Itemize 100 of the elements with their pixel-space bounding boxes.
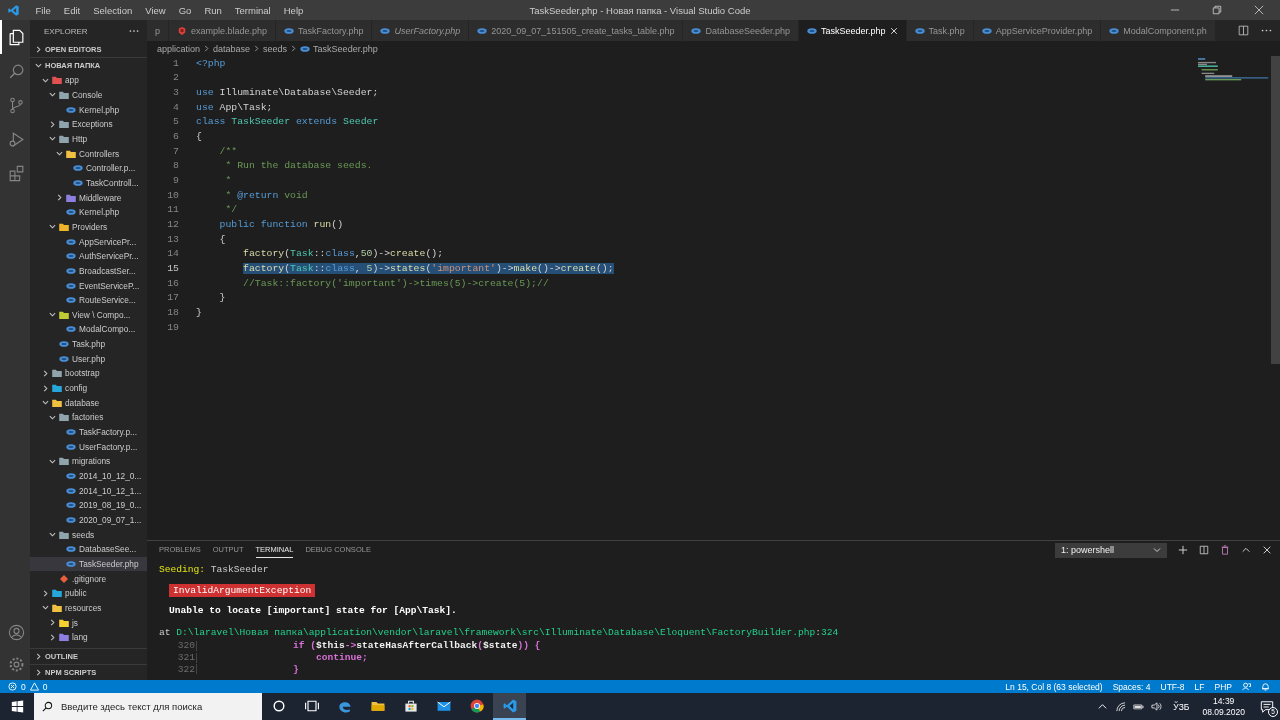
menu-item[interactable]: Edit <box>57 4 87 16</box>
tree-row[interactable]: .gitignore <box>30 571 147 586</box>
editor-tab[interactable]: AppServiceProvider.php <box>973 20 1102 41</box>
volume-icon[interactable] <box>1151 701 1163 712</box>
add-icon[interactable] <box>1178 545 1188 555</box>
scrollbar-thumb[interactable] <box>1271 56 1280 364</box>
error-count[interactable]: 0 <box>21 681 26 692</box>
tree-row[interactable]: ModalCompo... <box>30 322 147 337</box>
breadcrumb-item[interactable]: database <box>213 43 251 54</box>
account-icon[interactable] <box>6 622 26 642</box>
split-editor-icon[interactable] <box>1238 25 1249 36</box>
chevron-up-icon[interactable] <box>1097 701 1109 712</box>
language-indicator[interactable]: ЎЗБ <box>1173 701 1190 712</box>
caret-icon <box>1153 546 1161 554</box>
php-file-icon <box>477 26 488 35</box>
folder-row[interactable]: app <box>30 73 147 88</box>
more-icon[interactable] <box>129 29 139 33</box>
folder-row[interactable]: bootstrap <box>30 366 147 381</box>
tree-row[interactable]: 2014_10_12_0... <box>30 468 147 484</box>
folder-row[interactable]: database <box>30 395 147 411</box>
status-item[interactable]: UTF-8 <box>1160 681 1185 692</box>
folder-row[interactable]: Console <box>30 87 147 103</box>
folder-row[interactable]: config <box>30 380 147 396</box>
line-number: 17 <box>166 292 179 304</box>
clock[interactable]: 14:39 08.09.2020 <box>1202 695 1245 718</box>
menu-item[interactable]: View <box>138 4 173 16</box>
editor-tab[interactable]: Task.php <box>906 20 974 41</box>
feedback-icon[interactable] <box>1242 682 1251 691</box>
tree-row[interactable]: UserFactory.p... <box>30 439 147 455</box>
terminal-dropdown[interactable]: 1: powershell <box>1055 542 1167 558</box>
folder-row[interactable]: factories <box>30 410 147 425</box>
battery-icon[interactable] <box>1133 701 1145 712</box>
editor-tab[interactable]: ModalComponent.ph <box>1101 20 1216 41</box>
folder-row[interactable]: View \ Compo... <box>30 307 147 323</box>
tree-row[interactable]: 2020_09_07_1... <box>30 512 147 528</box>
code-line: factory(Task::class, 5)->states('important')->make()->create(); <box>242 263 614 274</box>
menu-item[interactable]: Go <box>172 4 198 16</box>
menu-item[interactable]: Run <box>197 4 229 16</box>
tree-row[interactable]: RouteService... <box>30 292 147 308</box>
menu-item[interactable]: Help <box>277 4 310 16</box>
tree-row[interactable]: Kernel.php <box>30 102 147 117</box>
editor-tab[interactable]: DatabaseSeeder.php <box>683 20 800 41</box>
status-item[interactable]: LF <box>1194 681 1205 692</box>
tree-row[interactable]: BroadcastSer... <box>30 263 147 279</box>
search-icon <box>42 701 53 712</box>
tree-row[interactable]: AppServicePr... <box>30 234 147 249</box>
editor-tab[interactable]: p <box>147 20 169 41</box>
folder-row[interactable]: resources <box>30 600 147 616</box>
tree-row[interactable]: TaskFactory.p... <box>30 424 147 440</box>
folder-row[interactable]: Exceptions <box>30 116 147 132</box>
code-line: class TaskSeeder extends Seeder <box>196 116 379 128</box>
editor-tab[interactable]: example.blade.php <box>169 20 277 41</box>
notifications-icon[interactable] <box>1260 699 1274 714</box>
tree-row[interactable]: Task.php <box>30 336 147 352</box>
folder-row[interactable]: Middleware <box>30 190 147 205</box>
warning-icon[interactable] <box>29 682 39 691</box>
tree-row[interactable]: 2014_10_12_1... <box>30 483 147 499</box>
editor-tab[interactable]: TaskFactory.php <box>276 20 373 41</box>
menu-item[interactable]: Selection <box>86 4 139 16</box>
tree-row[interactable]: TaskControll... <box>30 175 147 191</box>
status-item[interactable]: Ln 15, Col 8 (63 selected) <box>1005 681 1103 692</box>
tree-row[interactable]: AuthServicePr... <box>30 248 147 264</box>
menu-item[interactable]: Terminal <box>228 4 278 16</box>
folder-row[interactable]: Providers <box>30 219 147 235</box>
bell-icon[interactable] <box>1261 682 1270 691</box>
tree-row[interactable]: Kernel.php <box>30 204 147 220</box>
wifi-icon[interactable] <box>1115 701 1127 712</box>
close-icon[interactable] <box>1262 545 1272 555</box>
folder-row[interactable]: migrations <box>30 454 147 469</box>
chevron-icon <box>290 45 298 52</box>
git-file-icon <box>59 574 69 583</box>
folder-row[interactable]: js <box>30 615 147 630</box>
error-icon[interactable] <box>8 682 17 691</box>
status-item[interactable]: PHP <box>1214 681 1232 692</box>
status-item[interactable]: Spaces: 4 <box>1112 681 1151 692</box>
trash-icon[interactable] <box>1220 545 1230 555</box>
folder-row[interactable]: Controllers <box>30 146 147 161</box>
search-field[interactable]: Введите здесь текст для поиска <box>34 693 262 720</box>
breadcrumb-item[interactable]: application <box>157 43 201 54</box>
menu-item[interactable]: File <box>29 4 58 16</box>
folder-row[interactable]: public <box>30 585 147 601</box>
editor-tab[interactable]: 2020_09_07_151505_create_tasks_table.php <box>469 20 684 41</box>
chevron-up-icon[interactable] <box>1241 545 1251 555</box>
split-icon[interactable] <box>1199 545 1209 555</box>
breadcrumb-item[interactable]: seeds <box>263 43 288 54</box>
folder-row[interactable]: seeds <box>30 527 147 542</box>
tree-row[interactable]: 2019_08_19_0... <box>30 498 147 513</box>
tree-row[interactable]: Controller.p... <box>30 160 147 176</box>
tree-row[interactable]: DatabaseSee... <box>30 542 147 557</box>
folder-row[interactable]: lang <box>30 629 147 645</box>
tree-row[interactable]: EventServiceP... <box>30 278 147 293</box>
tree-row[interactable]: User.php <box>30 351 147 367</box>
editor-tab[interactable]: TaskSeeder.php <box>799 20 907 41</box>
tree-row[interactable]: TaskSeeder.php <box>30 556 147 572</box>
folder-row[interactable]: Http <box>30 131 147 147</box>
breadcrumb-item[interactable]: TaskSeeder.php <box>313 43 378 54</box>
close-icon[interactable] <box>889 26 898 35</box>
editor-tab[interactable]: UserFactory.php <box>372 20 470 41</box>
warning-count[interactable]: 0 <box>42 681 48 692</box>
line-number: 3 <box>172 87 179 99</box>
